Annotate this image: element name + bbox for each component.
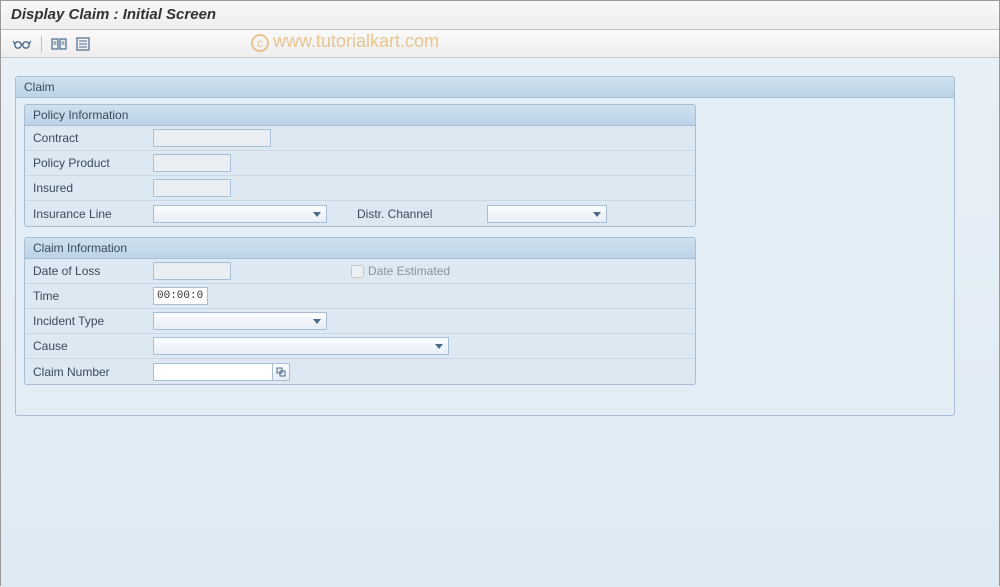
policy-product-input[interactable] <box>153 154 231 172</box>
incident-type-dropdown[interactable] <box>153 312 327 330</box>
content-area: Claim Policy Information Contract Policy… <box>1 58 999 587</box>
date-of-loss-row: Date of Loss Date Estimated <box>25 259 695 284</box>
time-label: Time <box>33 289 153 303</box>
cause-dropdown[interactable] <box>153 337 449 355</box>
insurance-line-label: Insurance Line <box>33 207 153 221</box>
policy-info-title: Policy Information <box>25 105 695 126</box>
insured-row: Insured <box>25 176 695 201</box>
date-of-loss-input[interactable] <box>153 262 231 280</box>
claim-number-label: Claim Number <box>33 365 153 379</box>
claim-number-row: Claim Number <box>25 359 695 384</box>
distr-channel-dropdown[interactable] <box>487 205 607 223</box>
contract-input[interactable] <box>153 129 271 147</box>
claim-info-title: Claim Information <box>25 238 695 259</box>
policy-product-label: Policy Product <box>33 156 153 170</box>
insurance-line-dropdown[interactable] <box>153 205 327 223</box>
policy-info-group: Policy Information Contract Policy Produ… <box>24 104 696 227</box>
claim-group-title: Claim <box>16 77 954 98</box>
time-input[interactable] <box>153 287 208 305</box>
incident-type-label: Incident Type <box>33 314 153 328</box>
toolbar <box>1 30 999 58</box>
insured-label: Insured <box>33 181 153 195</box>
claim-number-input[interactable] <box>153 363 273 381</box>
claim-number-search-help-icon[interactable] <box>272 363 290 381</box>
date-estimated-wrap: Date Estimated <box>351 264 450 278</box>
time-row: Time <box>25 284 695 309</box>
list-icon[interactable] <box>72 34 94 54</box>
incident-type-row: Incident Type <box>25 309 695 334</box>
claim-info-group: Claim Information Date of Loss Date Esti… <box>24 237 696 385</box>
cause-row: Cause <box>25 334 695 359</box>
toolbar-separator <box>41 36 42 52</box>
distr-channel-label: Distr. Channel <box>357 207 487 221</box>
page-title: Display Claim : Initial Screen <box>11 6 216 23</box>
claim-group: Claim Policy Information Contract Policy… <box>15 76 955 416</box>
cause-label: Cause <box>33 339 153 353</box>
date-estimated-checkbox <box>351 265 364 278</box>
date-of-loss-label: Date of Loss <box>33 264 153 278</box>
contract-row: Contract <box>25 126 695 151</box>
glasses-icon[interactable] <box>11 34 33 54</box>
insurance-line-row: Insurance Line Distr. Channel <box>25 201 695 226</box>
services-icon[interactable] <box>48 34 70 54</box>
title-bar: Display Claim : Initial Screen <box>1 1 999 30</box>
insured-input[interactable] <box>153 179 231 197</box>
policy-product-row: Policy Product <box>25 151 695 176</box>
contract-label: Contract <box>33 131 153 145</box>
date-estimated-label: Date Estimated <box>368 264 450 278</box>
